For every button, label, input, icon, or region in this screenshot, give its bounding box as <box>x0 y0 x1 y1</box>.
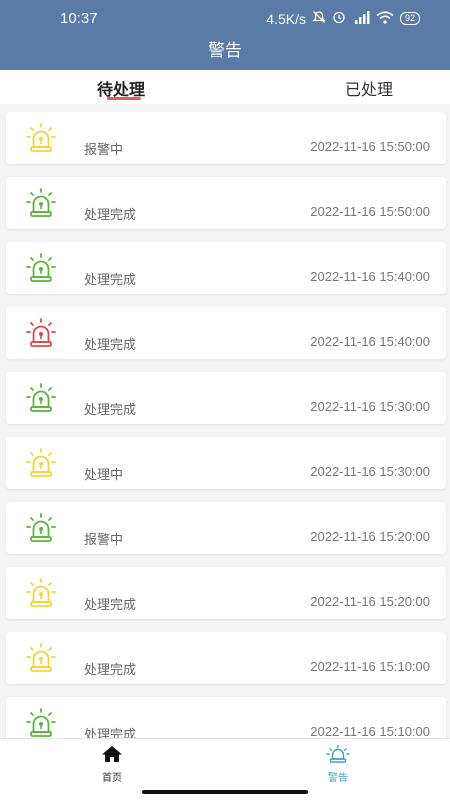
tab-processed[interactable]: 已处理 <box>345 76 393 100</box>
alarm-status: 处理完成 <box>84 208 137 223</box>
alarm-status: 处理中 <box>84 468 124 483</box>
alarm-card[interactable]: 报警中 2022-11-16 15:50:00 <box>6 112 446 164</box>
alarm-status: 处理完成 <box>84 598 137 613</box>
alarm-time: 2022-11-16 15:10:00 <box>310 659 430 674</box>
alarm-light-icon <box>24 252 58 286</box>
alarm-card[interactable]: 处理完成 2022-11-16 15:40:00 <box>6 307 446 359</box>
home-icon <box>101 746 123 767</box>
alarm-light-icon <box>24 577 58 611</box>
alarm-light-icon <box>325 744 351 767</box>
alarm-light-icon <box>24 447 58 481</box>
alarm-time: 2022-11-16 15:50:00 <box>310 139 430 154</box>
status-indicators: 4.5K/s 92 <box>266 10 420 27</box>
alarm-light-icon <box>24 187 58 221</box>
alarm-light-icon <box>24 317 58 351</box>
alarm-status: 处理完成 <box>84 403 137 418</box>
battery-indicator: 92 <box>399 12 420 25</box>
alarm-light-icon <box>24 642 58 676</box>
alarm-status: 处理完成 <box>84 728 137 738</box>
nav-alarm-label: 警告 <box>328 773 348 784</box>
alarm-card[interactable]: 处理完成 2022-11-16 15:10:00 <box>6 697 446 738</box>
alarm-time: 2022-11-16 15:30:00 <box>310 399 430 414</box>
alarm-time: 2022-11-16 15:50:00 <box>310 204 430 219</box>
alarm-time: 2022-11-16 15:30:00 <box>310 464 430 479</box>
network-speed: 4.5K/s <box>266 10 306 27</box>
alarm-clock-icon <box>332 10 346 27</box>
alarm-card[interactable]: 处理中 2022-11-16 15:30:00 <box>6 437 446 489</box>
alarm-light-icon <box>24 707 58 738</box>
alarm-light-icon <box>24 382 58 416</box>
alarm-time: 2022-11-16 15:10:00 <box>310 724 430 738</box>
alarm-status: 处理完成 <box>84 273 137 288</box>
status-time: 10:37 <box>60 10 98 27</box>
nav-alarm[interactable]: 警告 <box>308 744 368 784</box>
alarm-time: 2022-11-16 15:40:00 <box>310 334 430 349</box>
active-tab-indicator <box>107 97 141 100</box>
alarm-card[interactable]: 处理完成 2022-11-16 15:50:00 <box>6 177 446 229</box>
status-bar: 10:37 4.5K/s 92 <box>0 0 450 36</box>
alarm-status: 报警中 <box>84 533 124 548</box>
alarm-light-icon <box>24 122 58 156</box>
alarm-card[interactable]: 报警中 2022-11-16 15:20:00 <box>6 502 446 554</box>
alarm-card[interactable]: 处理完成 2022-11-16 15:30:00 <box>6 372 446 424</box>
alarm-card[interactable]: 处理完成 2022-11-16 15:40:00 <box>6 242 446 294</box>
mute-icon <box>312 10 326 27</box>
alarm-time: 2022-11-16 15:20:00 <box>310 594 430 609</box>
alarm-status: 报警中 <box>84 143 124 158</box>
app-header: 警告 <box>0 36 450 70</box>
cellular-signal-icon <box>352 10 370 27</box>
alarm-time: 2022-11-16 15:20:00 <box>310 529 430 544</box>
nav-home[interactable]: 首页 <box>82 745 142 784</box>
alarm-list: 报警中 2022-11-16 15:50:00 处理完成 2022-11-16 … <box>0 104 450 738</box>
home-indicator <box>142 790 308 794</box>
alarm-card[interactable]: 处理完成 2022-11-16 15:20:00 <box>6 567 446 619</box>
alarm-light-icon <box>24 512 58 546</box>
alarm-time: 2022-11-16 15:40:00 <box>310 269 430 284</box>
page-title: 警告 <box>208 41 242 61</box>
alarm-status: 处理完成 <box>84 338 137 353</box>
wifi-icon <box>376 10 394 27</box>
alarm-status: 处理完成 <box>84 663 137 678</box>
tab-bar: 待处理 已处理 <box>0 70 450 104</box>
nav-home-label: 首页 <box>102 773 122 784</box>
alarm-card[interactable]: 处理完成 2022-11-16 15:10:00 <box>6 632 446 684</box>
